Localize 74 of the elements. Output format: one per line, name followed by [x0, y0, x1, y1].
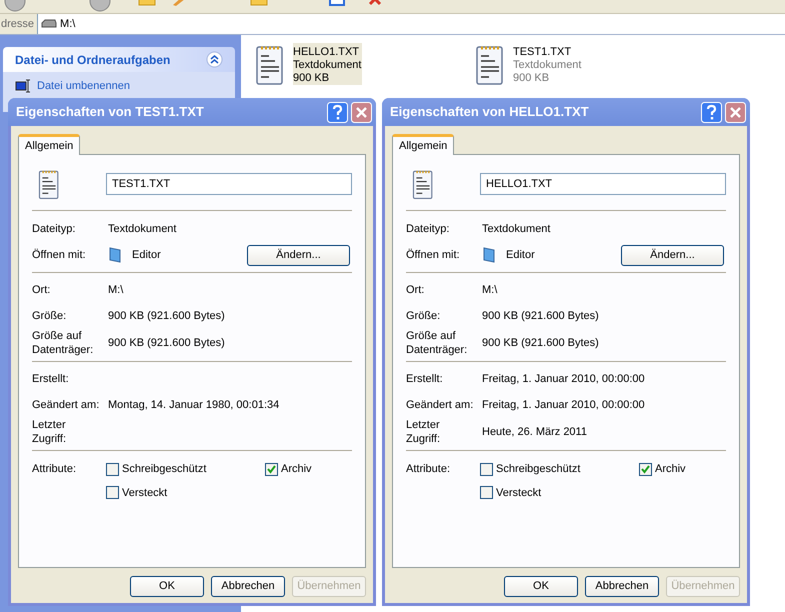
- field-value: Editor: [132, 248, 161, 263]
- field-label: Attribute:: [406, 462, 452, 477]
- checkbox[interactable]: Archiv: [265, 461, 312, 478]
- field-value: Heute, 26. März 2011: [482, 424, 587, 440]
- field-value: 900 KB (921.600 Bytes): [482, 308, 599, 324]
- panel-title: Datei- und Ordneraufgaben: [15, 52, 170, 68]
- close-icon[interactable]: [725, 102, 746, 122]
- checkbox[interactable]: Schreibgeschützt: [480, 461, 639, 478]
- empty-box-icon: [480, 462, 493, 476]
- filename-field[interactable]: TEST1.TXT: [106, 173, 352, 195]
- field-label: Größe auf Datenträger:: [406, 329, 468, 357]
- field-value: Montag, 14. Januar 1980, 00:01:34: [108, 398, 280, 413]
- rename-icon: [15, 79, 31, 94]
- checkbox[interactable]: Versteckt: [106, 484, 265, 501]
- dialog-button[interactable]: Abbrechen: [211, 576, 285, 597]
- checkbox[interactable]: Schreibgeschützt: [106, 461, 265, 478]
- field-value: Textdokument: [108, 222, 176, 237]
- dialog-button[interactable]: Abbrechen: [585, 576, 659, 597]
- field-label: Geändert am:: [32, 398, 100, 412]
- field-value: 900 KB (921.600 Bytes): [482, 336, 599, 351]
- field-label: Geändert am:: [406, 398, 474, 412]
- address-label: dresse: [0, 16, 36, 32]
- tab[interactable]: Allgemein: [392, 134, 454, 155]
- window-title: Eigenschaften von HELLO1.TXT: [390, 103, 590, 122]
- field-label: Erstellt:: [32, 372, 70, 386]
- checkbox[interactable]: Versteckt: [480, 484, 639, 501]
- address-text: M:\: [60, 16, 76, 32]
- field-label: Größe:: [406, 309, 442, 323]
- text-file-icon: [412, 168, 434, 200]
- field-value: Textdokument: [482, 222, 550, 237]
- field-label: Letzter Zugriff:: [32, 418, 68, 446]
- checkbox[interactable]: Archiv: [639, 461, 686, 478]
- field-label: Größe:: [32, 309, 68, 323]
- field-label: Dateityp:: [32, 222, 76, 236]
- field-label: Öffnen mit:: [32, 248, 87, 262]
- collapse-chevron-icon[interactable]: [206, 51, 223, 68]
- field-value: M:\: [482, 282, 498, 298]
- drive-icon: [41, 19, 58, 29]
- field-value: 900 KB (921.600 Bytes): [108, 336, 225, 351]
- dialog-button[interactable]: OK: [504, 576, 578, 597]
- tab[interactable]: Allgemein: [18, 134, 80, 155]
- file-item-label[interactable]: TEST1.TXT Textdokument 900 KB: [513, 43, 582, 85]
- field-label: Ort:: [32, 283, 52, 297]
- field-label: Letzter Zugriff:: [406, 418, 442, 446]
- field-label: Erstellt:: [406, 372, 444, 386]
- field-value: Freitag, 1. Januar 2010, 00:00:00: [482, 398, 645, 413]
- editor-app-icon: [482, 247, 496, 263]
- text-file-icon: [38, 168, 60, 200]
- field-label: Ort:: [406, 283, 426, 297]
- field-label: Attribute:: [32, 462, 78, 477]
- checked-box-icon: [639, 462, 652, 476]
- empty-box-icon: [480, 486, 493, 500]
- field-label: Dateityp:: [406, 222, 450, 236]
- change-button[interactable]: Ändern...: [621, 244, 724, 266]
- field-value: M:\: [108, 282, 124, 298]
- address-field[interactable]: M:\: [37, 14, 785, 34]
- file-item-label[interactable]: HELLO1.TXT Textdokument 900 KB: [293, 43, 362, 85]
- field-value: Freitag, 1. Januar 2010, 00:00:00: [482, 372, 645, 387]
- empty-box-icon: [106, 462, 119, 476]
- field-value: 900 KB (921.600 Bytes): [108, 308, 225, 324]
- help-button-icon[interactable]: [327, 102, 348, 122]
- empty-box-icon: [106, 486, 119, 500]
- task-link[interactable]: Datei umbenennen: [37, 78, 130, 94]
- checked-box-icon: [265, 462, 278, 476]
- window-title: Eigenschaften von TEST1.TXT: [16, 103, 205, 122]
- field-label: Öffnen mit:: [406, 248, 461, 262]
- close-icon[interactable]: [351, 102, 372, 122]
- help-button-icon[interactable]: [701, 102, 722, 122]
- filename-field[interactable]: HELLO1.TXT: [480, 173, 726, 195]
- change-button[interactable]: Ändern...: [247, 244, 350, 266]
- field-label: Größe auf Datenträger:: [32, 329, 94, 357]
- dialog-button[interactable]: OK: [130, 576, 204, 597]
- field-value: Editor: [506, 248, 535, 263]
- editor-app-icon: [108, 247, 122, 263]
